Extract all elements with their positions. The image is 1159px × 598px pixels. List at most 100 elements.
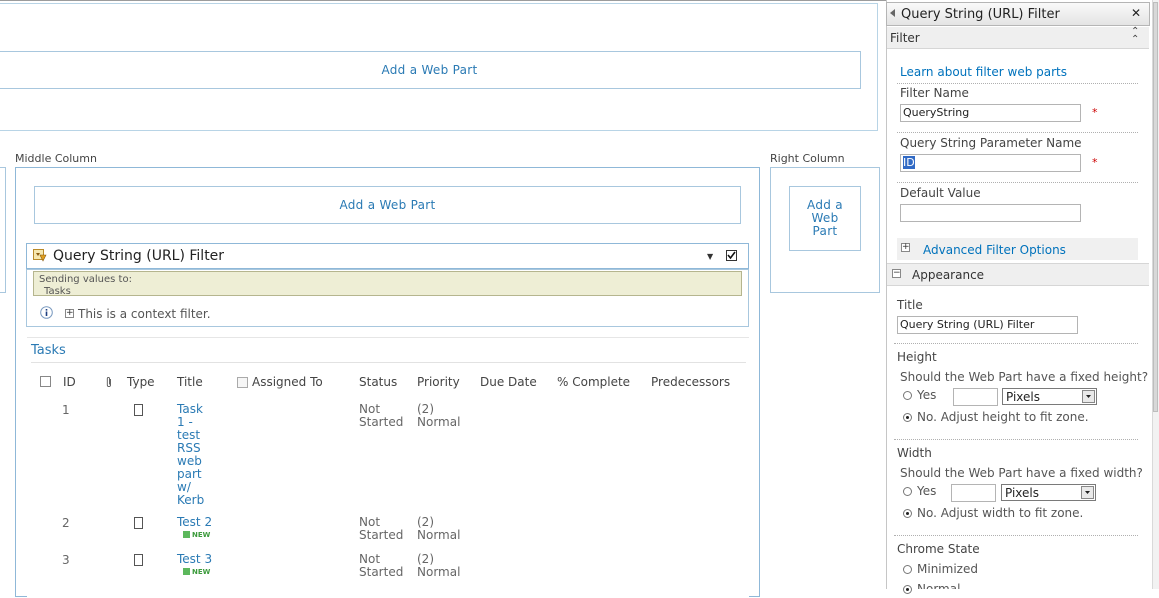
dropdown-arrow-icon[interactable]: [1082, 390, 1095, 403]
divider: [894, 439, 1138, 440]
sending-values-label: Sending values to:: [39, 274, 132, 285]
left-column-zone: [0, 167, 6, 293]
chrome-minimized-radio[interactable]: [903, 565, 912, 574]
right-column-label: Right Column: [770, 152, 845, 165]
row2-id: 2: [62, 516, 70, 530]
column-percent-complete[interactable]: % Complete: [557, 375, 630, 389]
row3-status: Not Started: [359, 553, 403, 579]
new-icon: [183, 568, 190, 575]
sending-values-box: Sending values to: Tasks: [33, 271, 742, 297]
row3-priority: (2) Normal: [417, 553, 460, 579]
priority-line: Normal: [417, 528, 461, 542]
row1-priority: (2) Normal: [417, 403, 460, 429]
row3-title[interactable]: Test 3: [177, 553, 212, 566]
close-icon[interactable]: ✕: [1131, 6, 1141, 20]
param-name-label: Query String Parameter Name: [900, 136, 1082, 150]
width-yes-radio[interactable]: [903, 487, 912, 496]
column-priority[interactable]: Priority: [417, 375, 460, 389]
width-yes-label: Yes: [917, 484, 937, 498]
add-web-part-top[interactable]: Add a Web Part: [0, 51, 861, 89]
appearance-section-title: Appearance: [912, 268, 985, 282]
expand-advanced-icon[interactable]: +: [901, 243, 910, 252]
filter-webpart-title: Query String (URL) Filter: [53, 248, 225, 264]
chrome-minimized-label: Minimized: [917, 562, 978, 576]
default-value-input[interactable]: [900, 204, 1081, 222]
column-status[interactable]: Status: [359, 375, 397, 389]
back-arrow-icon[interactable]: [890, 9, 895, 17]
row1-status: Not Started: [359, 403, 403, 429]
dropdown-arrow-icon[interactable]: [1081, 486, 1094, 499]
required-mark: *: [1092, 156, 1098, 169]
assigned-to-checkbox[interactable]: [237, 377, 248, 388]
new-badge: NEW: [192, 568, 211, 576]
expand-icon[interactable]: +: [65, 309, 74, 318]
divider: [894, 535, 1138, 536]
column-assigned-to[interactable]: Assigned To: [252, 375, 323, 389]
sending-target: Tasks: [44, 286, 71, 297]
collapse-appearance-icon[interactable]: −: [892, 269, 901, 278]
middle-column-label: Middle Column: [15, 152, 97, 165]
row1-title-line[interactable]: Kerb: [177, 494, 204, 507]
height-no-radio[interactable]: [903, 413, 912, 422]
advanced-options-link[interactable]: Advanced Filter Options: [923, 243, 1066, 257]
new-badge: NEW: [192, 531, 211, 539]
learn-filter-link[interactable]: Learn about filter web parts: [900, 65, 1067, 79]
width-units-select[interactable]: Pixels: [1001, 484, 1096, 501]
default-value-label: Default Value: [900, 186, 981, 200]
filter-section-header[interactable]: [887, 27, 1149, 49]
divider: [897, 132, 1138, 133]
tasks-title[interactable]: Tasks: [31, 343, 66, 358]
column-type[interactable]: Type: [127, 375, 155, 389]
row2-title[interactable]: Test 2: [177, 516, 212, 529]
info-icon: [40, 306, 53, 319]
row2-priority: (2) Normal: [417, 516, 460, 542]
page-top-border: [0, 0, 886, 1]
width-no-label: No. Adjust width to fit zone.: [917, 506, 1084, 520]
height-question: Should the Web Part have a fixed height?: [900, 370, 1149, 384]
document-icon: [134, 554, 143, 566]
tasks-title-divider: [31, 362, 746, 363]
column-id[interactable]: ID: [63, 375, 76, 389]
param-name-input[interactable]: ID: [900, 154, 1081, 172]
tool-pane-title: Query String (URL) Filter: [901, 7, 1060, 22]
height-units-select[interactable]: Pixels: [1002, 388, 1097, 405]
divider: [897, 83, 1138, 84]
chrome-normal-label: Normal: [917, 582, 961, 589]
status-line: Started: [359, 565, 404, 579]
row2-status: Not Started: [359, 516, 403, 542]
title-label: Title: [897, 298, 923, 312]
attachment-icon: [105, 376, 113, 388]
width-no-radio[interactable]: [903, 509, 912, 518]
new-icon: [183, 531, 190, 538]
webpart-select-checkbox[interactable]: [726, 250, 737, 261]
status-line: Started: [359, 528, 404, 542]
priority-line: Normal: [417, 415, 461, 429]
width-value-input[interactable]: [951, 484, 996, 502]
scrollbar-thumb[interactable]: [1153, 2, 1158, 412]
chrome-state-label: Chrome State: [897, 542, 980, 556]
column-due-date[interactable]: Due Date: [480, 375, 537, 389]
status-line: Started: [359, 415, 404, 429]
add-web-part-middle[interactable]: Add a Web Part: [34, 186, 741, 224]
height-value-input[interactable]: [953, 388, 998, 406]
priority-line: Normal: [417, 565, 461, 579]
collapse-icon[interactable]: ⌃ ⌃: [1131, 27, 1139, 45]
divider: [894, 343, 1138, 344]
context-filter-note: This is a context filter.: [78, 307, 211, 321]
column-title[interactable]: Title: [177, 375, 203, 389]
height-yes-radio[interactable]: [903, 391, 912, 400]
chrome-normal-radio[interactable]: [903, 585, 912, 594]
select-all-checkbox[interactable]: [40, 376, 51, 387]
row1-title[interactable]: Task 1 - test RSS web part w/ Kerb: [177, 403, 204, 507]
filter-name-label: Filter Name: [900, 86, 969, 100]
title-input[interactable]: Query String (URL) Filter: [897, 316, 1078, 334]
width-units-value: Pixels: [1005, 486, 1040, 500]
webpart-menu-arrow-icon[interactable]: ▼: [707, 252, 713, 261]
document-icon: [134, 517, 143, 529]
add-web-part-right[interactable]: Add a Web Part: [789, 186, 861, 251]
column-predecessors[interactable]: Predecessors: [651, 375, 730, 389]
filter-section-title: Filter: [890, 31, 920, 45]
row3-id: 3: [62, 553, 70, 567]
width-question: Should the Web Part have a fixed width?: [900, 466, 1143, 480]
filter-name-input[interactable]: QueryString: [900, 104, 1081, 122]
